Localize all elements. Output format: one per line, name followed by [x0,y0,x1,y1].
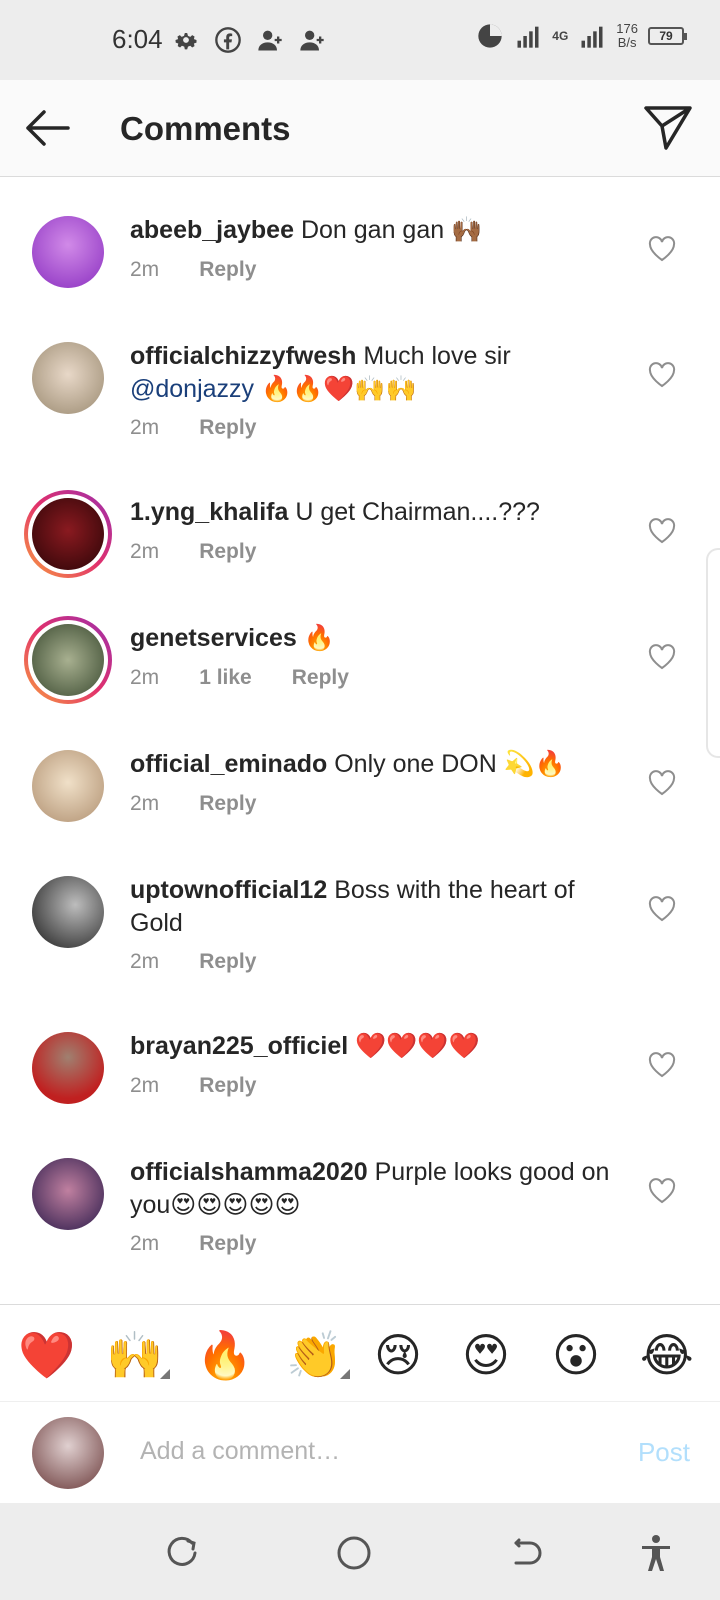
home-circle-icon[interactable] [334,1533,374,1573]
comment-text: U get Chairman....??? [295,498,540,526]
heart-outline-icon[interactable] [648,518,676,544]
comment-input[interactable] [140,1431,580,1471]
reaction-fire[interactable]: 🔥 [196,1329,253,1381]
comment-username[interactable]: official_eminado [130,750,327,778]
facebook-icon [215,27,241,53]
status-bar: 6:04 4G 176 B/s 79 [0,0,720,80]
comment-text: ❤️❤️❤️❤️ [355,1032,480,1060]
comment-time: 2m [130,258,160,281]
avatar[interactable] [32,750,104,822]
mention-link[interactable]: @donjazzy [130,375,254,403]
reaction-heart[interactable]: ❤️ [18,1329,75,1381]
reaction-crying[interactable]: 😢 [374,1329,422,1381]
comment-username[interactable]: brayan225_officiel [130,1032,348,1060]
heart-outline-icon[interactable] [648,644,676,670]
comment-username[interactable]: genetservices [130,624,297,652]
paper-plane-icon[interactable] [642,102,694,154]
reply-button[interactable]: Reply [199,416,256,440]
page-title: Comments [120,110,291,147]
gear-icon [175,33,197,50]
add-user-icon [258,30,282,51]
avatar-story[interactable] [24,490,112,578]
reply-button[interactable]: Reply [199,950,256,974]
heart-outline-icon[interactable] [648,1052,676,1078]
reaction-raised-hands[interactable]: 🙌 [106,1329,163,1381]
avatar[interactable] [32,876,104,948]
avatar[interactable] [32,1032,104,1104]
comment-username[interactable]: officialshamma2020 [130,1158,368,1186]
heart-outline-icon[interactable] [648,362,676,388]
comment-composer: Post [0,1403,720,1503]
battery-icon: 79 [648,27,687,45]
comment-username[interactable]: abeeb_jaybee [130,216,294,244]
comment-username[interactable]: uptownofficial12 [130,876,327,904]
heart-outline-icon[interactable] [648,1178,676,1204]
skin-tone-indicator [160,1369,170,1379]
avatar[interactable] [32,1158,104,1230]
heart-outline-icon[interactable] [648,770,676,796]
net-speed: 176 B/s [616,21,638,50]
reply-button[interactable]: Reply [199,1232,256,1256]
reply-button[interactable]: Reply [199,258,256,282]
system-nav-bar [0,1503,720,1600]
signal-icon-2 [581,26,603,48]
likes-count[interactable]: 1 like [199,666,252,690]
comment-text: Only one DON 💫🔥 [334,750,566,778]
heart-outline-icon[interactable] [648,896,676,922]
comment-emoji: 🔥🔥❤️🙌🙌 [254,375,417,403]
comment-text: Much love sir [363,342,511,370]
signal-icon [517,26,539,48]
comment-text: 🔥 [303,624,335,652]
comments-header: Comments [0,80,720,177]
status-time: 6:04 [112,24,163,54]
comment-list[interactable]: abeeb_jaybee Don gan gan 🙌🏾 2m Reply offi… [0,178,720,1304]
comment-username[interactable]: 1.yng_khalifa [130,498,288,526]
edge-panel-handle[interactable] [706,548,720,758]
reaction-clap[interactable]: 👏 [286,1329,343,1381]
comment-time: 2m [130,792,160,815]
network-type: 4G [552,29,569,43]
heart-outline-icon[interactable] [648,236,676,262]
system-icons: 4G 176 B/s 79 [476,21,687,50]
accessibility-icon[interactable] [636,1533,676,1573]
avatar-story[interactable] [24,616,112,704]
comment-time: 2m [130,416,160,439]
comment-username[interactable]: officialchizzyfwesh [130,342,356,370]
reaction-heart-eyes[interactable]: 😍 [462,1329,510,1381]
comment-time: 2m [130,1232,160,1255]
avatar[interactable] [32,216,104,288]
reply-button[interactable]: Reply [292,666,349,690]
reply-button[interactable]: Reply [199,1074,256,1098]
user-avatar [32,1417,104,1489]
recent-apps-icon[interactable] [162,1533,202,1573]
notification-icons [172,26,326,54]
avatar[interactable] [32,342,104,414]
reply-button[interactable]: Reply [199,792,256,816]
back-nav-icon[interactable] [506,1533,546,1573]
quick-reactions-bar: ❤️ 🙌 🔥 👏 😢 😍 😮 😂 [0,1304,720,1402]
data-saver-icon [478,24,502,48]
comment-text: Don gan gan 🙌🏾 [300,216,483,244]
comment-time: 2m [130,666,160,689]
add-user-icon-2 [300,30,324,51]
post-button[interactable]: Post [638,1437,690,1468]
comment-time: 2m [130,540,160,563]
reply-button[interactable]: Reply [199,540,256,564]
comment-time: 2m [130,950,160,973]
reaction-laughing[interactable]: 😂 [640,1329,694,1381]
reaction-surprised[interactable]: 😮 [552,1329,600,1381]
comment-time: 2m [130,1074,160,1097]
back-arrow-icon[interactable] [22,104,72,152]
skin-tone-indicator [340,1369,350,1379]
